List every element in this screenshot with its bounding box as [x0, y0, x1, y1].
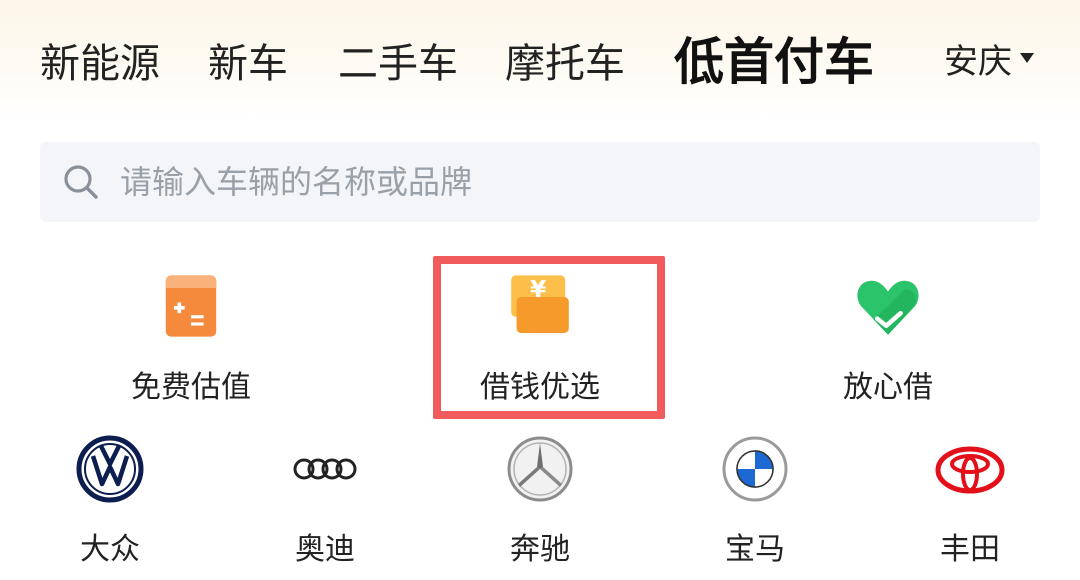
mercedes-benz-logo	[507, 436, 573, 502]
volkswagen-logo	[76, 435, 144, 503]
tab-used-car[interactable]: 二手车	[338, 32, 458, 88]
city-selector[interactable]: 安庆	[944, 36, 1034, 82]
brand-volkswagen[interactable]: 大众	[35, 428, 185, 568]
feature-label: 免费估值	[131, 370, 251, 405]
audi-logo	[293, 458, 357, 480]
bmw-logo	[722, 436, 788, 502]
brand-label: 丰田	[940, 532, 1000, 567]
search-input[interactable]	[120, 152, 1000, 212]
tab-low-down-payment[interactable]: 低首付车	[674, 26, 874, 91]
brand-toyota[interactable]: 丰田	[895, 428, 1045, 568]
category-tabs: 新能源 新车 二手车 摩托车 低首付车 安庆	[0, 0, 1080, 120]
brand-label: 奔驰	[510, 532, 570, 567]
feature-safe-loan[interactable]: 放心借	[763, 266, 1013, 406]
app-screen: 新能源 新车 二手车 摩托车 低首付车 安庆 请输入车辆的名称或品牌 免费估值 …	[0, 0, 1080, 580]
tab-motorcycle[interactable]: 摩托车	[505, 32, 625, 88]
brand-label: 宝马	[725, 532, 785, 567]
tab-label: 新能源	[40, 41, 160, 87]
brand-mercedes-benz[interactable]: 奔驰	[465, 428, 615, 568]
tab-label: 二手车	[338, 41, 458, 87]
feature-label: 借钱优选	[480, 370, 600, 405]
search-bar[interactable]	[40, 142, 1040, 222]
tab-new-energy[interactable]: 新能源	[40, 32, 160, 88]
feature-free-valuation[interactable]: 免费估值	[66, 266, 316, 406]
tab-label: 新车	[208, 41, 288, 87]
yuan-wallet-icon: ¥	[511, 275, 569, 333]
tab-label: 摩托车	[505, 41, 625, 87]
tab-label: 低首付车	[674, 33, 874, 91]
feature-loan-selection[interactable]: ¥ 借钱优选	[415, 266, 665, 406]
tab-new-car[interactable]: 新车	[208, 32, 288, 88]
brand-label: 奥迪	[295, 532, 355, 567]
calculator-icon	[165, 275, 217, 337]
feature-label: 放心借	[843, 370, 933, 405]
toyota-logo	[935, 446, 1005, 494]
heart-check-icon	[857, 280, 919, 335]
caret-down-icon	[1020, 53, 1034, 63]
brand-label: 大众	[80, 532, 140, 567]
brand-audi[interactable]: 奥迪	[250, 428, 400, 568]
brand-bmw[interactable]: 宝马	[680, 428, 830, 568]
city-label: 安庆	[944, 41, 1012, 82]
search-icon	[64, 165, 98, 199]
svg-text:¥: ¥	[530, 275, 546, 303]
